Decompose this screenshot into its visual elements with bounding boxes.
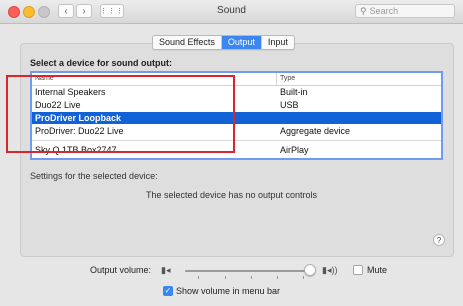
mute-checkbox[interactable] <box>353 265 363 275</box>
highlight-annotation-box <box>6 75 235 153</box>
search-icon: ⚲ <box>360 5 367 16</box>
device-type: Built-in <box>280 87 308 97</box>
device-list-heading: Select a device for sound output: <box>30 58 173 68</box>
mute-label: Mute <box>367 265 388 275</box>
device-type: USB <box>280 100 299 110</box>
tab-sound-effects[interactable]: Sound Effects <box>153 36 222 49</box>
search-placeholder: Search <box>369 6 399 16</box>
tab-bar: Sound Effects Output Input <box>152 35 295 50</box>
help-button[interactable]: ? <box>433 234 445 246</box>
slider-tick <box>251 276 252 279</box>
title-bar: ‹ › ⋮⋮⋮ Sound ⚲ Search <box>0 0 463 24</box>
column-divider <box>276 73 277 85</box>
search-field[interactable]: ⚲ Search <box>355 4 455 18</box>
show-volume-label: Show volume in menu bar <box>176 286 281 296</box>
no-controls-message: The selected device has no output contro… <box>145 190 318 200</box>
device-type: Aggregate device <box>280 126 351 136</box>
show-volume-checkbox[interactable]: ✓ <box>163 286 173 296</box>
column-header-type[interactable]: Type <box>280 75 295 82</box>
slider-tick <box>198 276 199 279</box>
speaker-high-icon: ▮◂)) <box>322 265 338 275</box>
device-type: AirPlay <box>280 145 309 155</box>
slider-tick <box>303 276 304 279</box>
tab-input[interactable]: Input <box>262 36 294 49</box>
slider-tick <box>225 276 226 279</box>
output-volume-label: Output volume: <box>90 265 152 275</box>
settings-label: Settings for the selected device: <box>30 171 158 181</box>
tab-output[interactable]: Output <box>221 36 262 49</box>
speaker-low-icon: ▮◂ <box>161 265 171 275</box>
slider-tick <box>277 276 278 279</box>
volume-slider-fill <box>185 270 310 272</box>
volume-slider-track[interactable] <box>185 270 315 272</box>
volume-slider-knob[interactable] <box>303 264 316 276</box>
